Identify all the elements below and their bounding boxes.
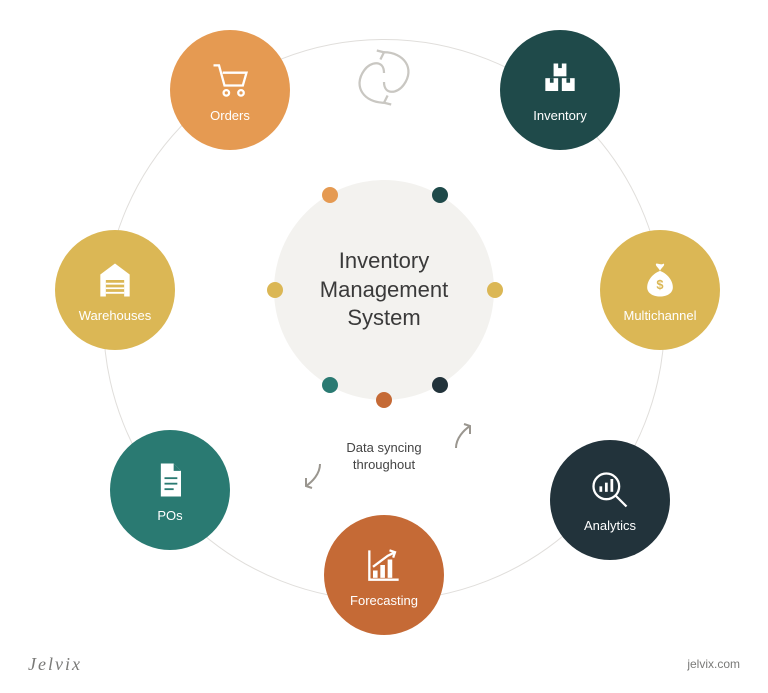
money-bag-icon: $ [638, 258, 682, 302]
node-warehouses: Warehouses [55, 230, 175, 350]
node-label: Analytics [584, 518, 636, 533]
boxes-icon [538, 58, 582, 102]
document-icon [148, 458, 192, 502]
node-inventory: Inventory [500, 30, 620, 150]
node-label: Orders [210, 108, 250, 123]
cart-icon [208, 58, 252, 102]
hub-dot [267, 282, 283, 298]
center-hub: InventoryManagementSystem [274, 180, 494, 400]
hub-dot [322, 377, 338, 393]
node-label: Forecasting [350, 593, 418, 608]
node-forecasting: Forecasting [324, 515, 444, 635]
brand-logo: Jelvix [28, 654, 82, 675]
hub-dot [487, 282, 503, 298]
node-label: Multichannel [624, 308, 697, 323]
center-title: InventoryManagementSystem [320, 247, 448, 333]
node-pos: POs [110, 430, 230, 550]
arrow-icon [450, 420, 476, 457]
hub-dot [322, 187, 338, 203]
sync-caption: Data syncingthroughout [346, 440, 421, 474]
chart-growth-icon [362, 543, 406, 587]
svg-text:$: $ [656, 277, 663, 292]
node-orders: Orders [170, 30, 290, 150]
hub-dot [376, 392, 392, 408]
node-label: Inventory [533, 108, 586, 123]
warehouse-icon [93, 258, 137, 302]
diagram-canvas: InventoryManagementSystem Data syncingth… [0, 0, 768, 693]
node-label: Warehouses [79, 308, 152, 323]
sync-loop-icon [339, 33, 429, 128]
node-label: POs [157, 508, 182, 523]
hub-dot [432, 187, 448, 203]
node-multichannel: $ Multichannel [600, 230, 720, 350]
analytics-icon [588, 468, 632, 512]
arrow-icon [300, 460, 326, 497]
brand-url: jelvix.com [687, 657, 740, 671]
node-analytics: Analytics [550, 440, 670, 560]
hub-dot [432, 377, 448, 393]
